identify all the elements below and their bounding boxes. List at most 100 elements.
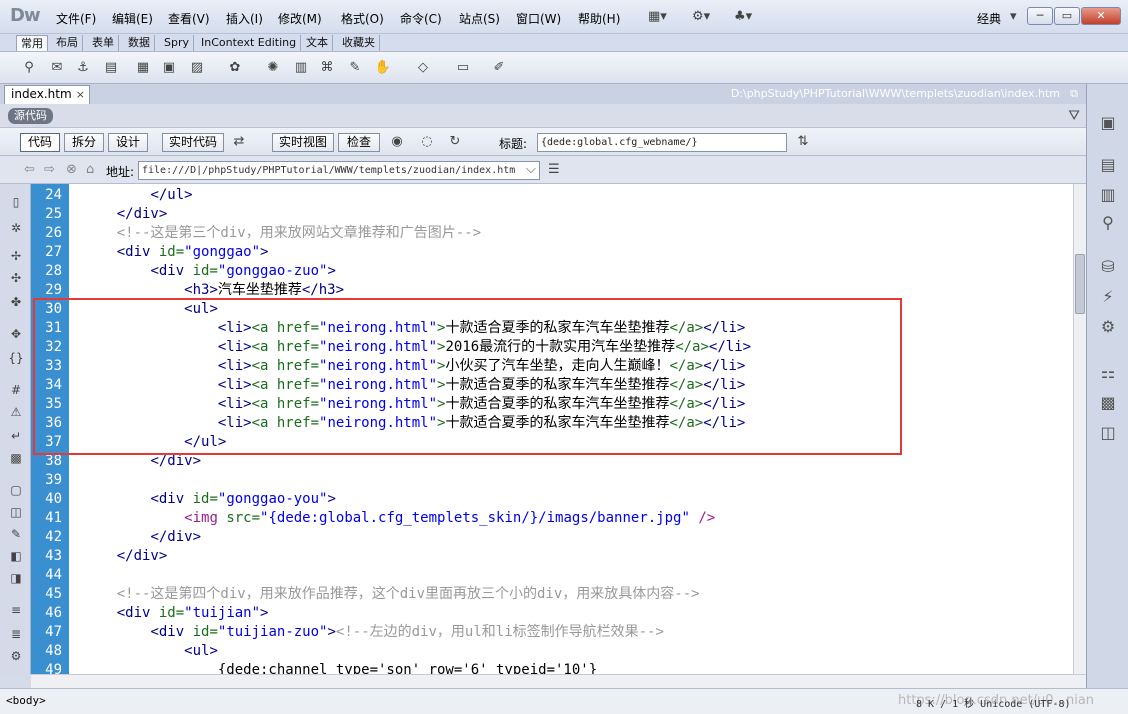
files-icon[interactable]: ⚏ <box>1097 362 1119 384</box>
file-management-icon[interactable]: ⇅ <box>794 133 812 151</box>
live-code-options-icon[interactable]: ⇄ <box>230 133 248 151</box>
browse-options-icon[interactable]: ☰ <box>548 162 560 177</box>
format-source-icon[interactable]: ⚙ <box>8 648 24 664</box>
script-icon[interactable]: ◇ <box>414 59 432 77</box>
code-line[interactable]: 27 <div id="gonggao"> <box>31 243 1073 262</box>
code-line[interactable]: 25 </div> <box>31 205 1073 224</box>
split-view-button[interactable]: 拆分 <box>64 133 104 152</box>
filter-icon[interactable]: ⛛ <box>1068 108 1080 124</box>
templates-icon[interactable]: ▭ <box>454 59 472 77</box>
code-line[interactable]: 26 <!--这是第三个div，用来放网站文章推荐和广告图片--> <box>31 224 1073 243</box>
forward-icon[interactable]: ⇨ <box>44 162 55 177</box>
menu-commands[interactable]: 命令(C) <box>400 10 442 27</box>
menu-site[interactable]: 站点(S) <box>459 10 500 27</box>
close-icon[interactable]: × <box>76 86 85 103</box>
horizontal-rule-icon[interactable]: ▤ <box>102 59 120 77</box>
code-line[interactable]: 43 </div> <box>31 547 1073 566</box>
assets-icon[interactable]: ▩ <box>1097 392 1119 414</box>
server-side-include-icon[interactable]: ⌘ <box>318 59 336 77</box>
css-styles-icon[interactable]: ▤ <box>1097 154 1119 176</box>
tab-favorites[interactable]: 收藏夹 <box>338 35 380 51</box>
code-line[interactable]: 33 <li><a href="neirong.html">小伙买了汽车坐垫，走… <box>31 357 1073 376</box>
wrap-tag-icon[interactable]: ✎ <box>8 526 24 542</box>
code-line[interactable]: 28 <div id="gonggao-zuo"> <box>31 262 1073 281</box>
code-view-button[interactable]: 代码 <box>20 133 60 152</box>
insert-panel-icon[interactable]: ▣ <box>1097 112 1119 134</box>
address-input[interactable]: file:///D|/phpStudy/PHPTutorial/WWW/temp… <box>138 161 540 180</box>
design-view-button[interactable]: 设计 <box>108 133 148 152</box>
menu-format[interactable]: 格式(O) <box>341 10 384 27</box>
layout-menu-icon[interactable]: ▦▾ <box>648 9 667 24</box>
table-icon[interactable]: ▦ <box>134 59 152 77</box>
div-icon[interactable]: ▣ <box>160 59 178 77</box>
site-sitemap-icon[interactable]: ♣▾ <box>734 9 752 24</box>
extend-gear-icon[interactable]: ⚙▾ <box>692 9 710 24</box>
maximize-button[interactable]: ▭ <box>1054 7 1080 25</box>
apply-comment-icon[interactable]: ▢ <box>8 482 24 498</box>
code-line[interactable]: 34 <li><a href="neirong.html">十款适合夏季的私家车… <box>31 376 1073 395</box>
remove-comment-icon[interactable]: ◫ <box>8 504 24 520</box>
back-icon[interactable]: ⇦ <box>24 162 35 177</box>
browser-preview-icon[interactable]: ◉ <box>388 133 406 151</box>
code-line[interactable]: 44 <box>31 566 1073 585</box>
highlight-invalid-code-icon[interactable]: ⚠ <box>8 404 24 420</box>
code-line[interactable]: 36 <li><a href="neirong.html">十款适合夏季的私家车… <box>31 414 1073 433</box>
bindings-icon[interactable]: ⚙ <box>1097 316 1119 338</box>
open-documents-icon[interactable]: ▯ <box>8 194 24 210</box>
code-line[interactable]: 39 <box>31 471 1073 490</box>
visual-aids-icon[interactable]: ◌ <box>418 133 436 151</box>
restore-icon[interactable]: ⧉ <box>1070 87 1078 101</box>
indent-code-icon[interactable]: ≡ <box>8 602 24 618</box>
code-line[interactable]: 49 {dede:channel type='son' row='6' type… <box>31 661 1073 674</box>
ap-elements-icon[interactable]: ▥ <box>1097 184 1119 206</box>
code-line[interactable]: 46 <div id="tuijian"> <box>31 604 1073 623</box>
code-line[interactable]: 37 </ul> <box>31 433 1073 452</box>
code-line[interactable]: 24 </ul> <box>31 186 1073 205</box>
inspect-button[interactable]: 检查 <box>338 133 380 152</box>
media-icon[interactable]: ✿ <box>226 59 244 77</box>
image-icon[interactable]: ▨ <box>188 59 206 77</box>
menu-modify[interactable]: 修改(M) <box>278 10 322 27</box>
menu-insert[interactable]: 插入(I) <box>226 10 263 27</box>
date-icon[interactable]: ▥ <box>292 59 310 77</box>
code-line[interactable]: 30 <ul> <box>31 300 1073 319</box>
refresh-icon[interactable]: ↻ <box>446 133 464 151</box>
tag-chooser-icon[interactable]: ✐ <box>490 59 508 77</box>
code-line[interactable]: 38 </div> <box>31 452 1073 471</box>
tab-common[interactable]: 常用 <box>16 35 48 51</box>
tab-forms[interactable]: 表单 <box>88 35 119 51</box>
code-line[interactable]: 31 <li><a href="neirong.html">十款适合夏季的私家车… <box>31 319 1073 338</box>
snippets-icon[interactable]: ◫ <box>1097 422 1119 444</box>
collapse-tag-icon[interactable]: ✢ <box>8 248 24 264</box>
tab-data[interactable]: 数据 <box>124 35 155 51</box>
tab-text[interactable]: 文本 <box>302 35 333 51</box>
code-line[interactable]: 48 <ul> <box>31 642 1073 661</box>
recent-snippets-icon[interactable]: ◧ <box>8 548 24 564</box>
syntax-coloring-icon[interactable]: ▩ <box>8 450 24 466</box>
code-editor[interactable]: 24 </ul> 25 </div> 26 <!--这是第三个div，用来放网站文章… <box>31 184 1073 674</box>
source-code-button[interactable]: 源代码 <box>8 108 53 124</box>
code-line[interactable]: 47 <div id="tuijian-zuo"><!--左边的div，用ul和… <box>31 623 1073 642</box>
tag-selector[interactable]: <body> <box>6 694 46 707</box>
vertical-scrollbar[interactable] <box>1073 184 1086 674</box>
server-behaviors-icon[interactable]: ⚡ <box>1097 286 1119 308</box>
named-anchor-icon[interactable]: ⚓ <box>74 59 92 77</box>
tab-incontext-editing[interactable]: InContext Editing <box>197 35 302 51</box>
tag-inspector-icon[interactable]: ⚲ <box>1097 212 1119 234</box>
widget-icon[interactable]: ✺ <box>264 59 282 77</box>
hyperlink-icon[interactable]: ⚲ <box>20 59 38 77</box>
code-line[interactable]: 41 <img src="{dede:global.cfg_templets_s… <box>31 509 1073 528</box>
menu-help[interactable]: 帮助(H) <box>578 10 620 27</box>
close-button[interactable]: ✕ <box>1081 7 1121 25</box>
chevron-down-icon[interactable]: ▾ <box>1010 9 1017 24</box>
chevron-down-icon[interactable]: ⌵ <box>526 162 536 177</box>
menu-view[interactable]: 查看(V) <box>168 10 210 27</box>
home-icon[interactable]: ⌂ <box>86 162 94 177</box>
tab-spry[interactable]: Spry <box>160 35 194 51</box>
move-css-icon[interactable]: ◨ <box>8 570 24 586</box>
head-icon[interactable]: ✋ <box>374 59 392 77</box>
balance-braces-icon[interactable]: {} <box>8 350 24 366</box>
comment-icon[interactable]: ✎ <box>346 59 364 77</box>
expand-all-icon[interactable]: ✤ <box>8 294 24 310</box>
title-input[interactable]: {dede:global.cfg_webname/} <box>537 133 787 152</box>
